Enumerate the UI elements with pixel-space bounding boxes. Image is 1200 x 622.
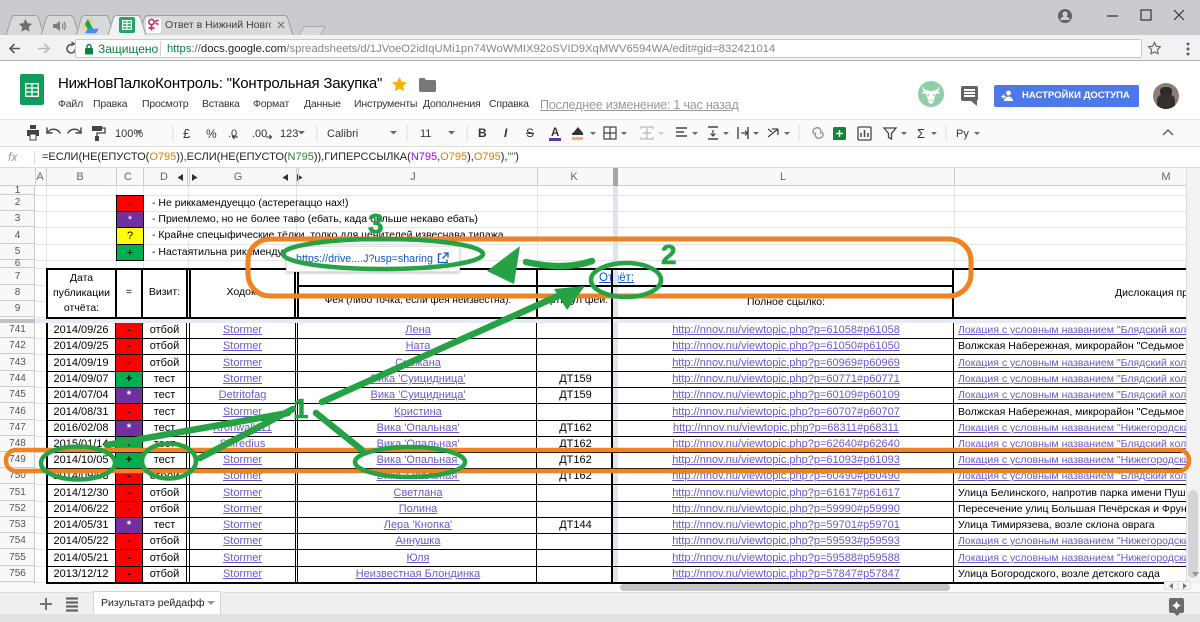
svg-text:1: 1 bbox=[293, 393, 309, 424]
svg-text:3: 3 bbox=[368, 208, 384, 239]
svg-text:2: 2 bbox=[661, 239, 677, 270]
